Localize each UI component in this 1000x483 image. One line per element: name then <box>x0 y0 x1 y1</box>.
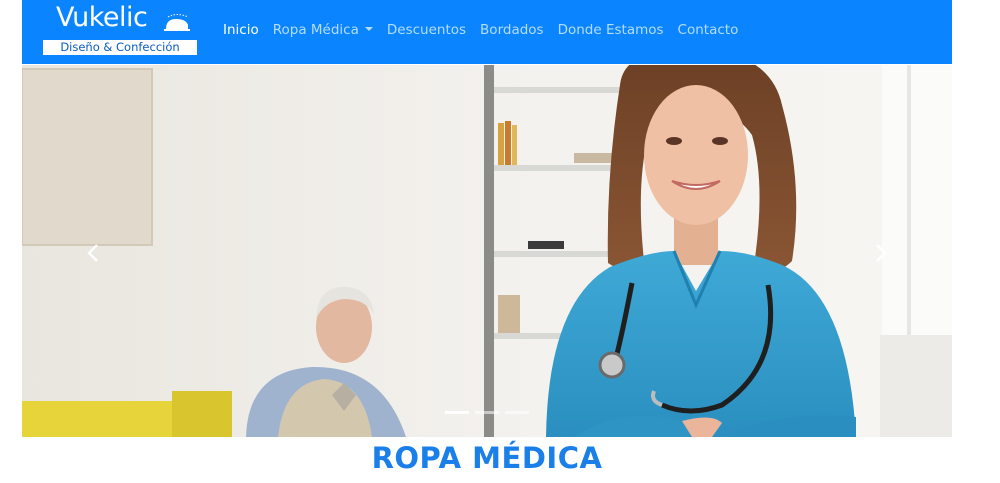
chevron-left-icon[interactable] <box>82 241 106 265</box>
carousel-indicator[interactable] <box>505 411 529 414</box>
sewing-machine-icon <box>164 14 190 31</box>
nav-item-donde-estamos[interactable]: Donde Estamos <box>558 22 664 40</box>
carousel-indicator[interactable] <box>445 411 469 414</box>
hero-carousel <box>22 65 952 437</box>
brand-name: Vukelic <box>56 2 148 33</box>
chevron-right-icon[interactable] <box>868 241 892 265</box>
nav-item-ropa-medica-label: Ropa Médica <box>272 22 359 38</box>
section-title: ROPA MÉDICA <box>371 441 603 475</box>
carousel-indicator[interactable] <box>475 411 499 414</box>
navbar: Vukelic Diseño & Confección Inicio Ropa … <box>22 0 952 64</box>
caret-down-icon <box>364 27 373 31</box>
carousel-indicators <box>445 411 529 414</box>
nav-item-descuentos[interactable]: Descuentos <box>387 22 466 40</box>
hero-image <box>22 65 952 437</box>
nav-item-contacto[interactable]: Contacto <box>678 22 739 40</box>
nav-item-bordados[interactable]: Bordados <box>480 22 544 40</box>
brand-tagline: Diseño & Confección <box>42 39 198 56</box>
nav-item-inicio[interactable]: Inicio <box>223 22 259 40</box>
brand-logo[interactable]: Vukelic Diseño & Confección <box>42 2 200 56</box>
page: Vukelic Diseño & Confección Inicio Ropa … <box>0 0 1000 483</box>
nav-item-ropa-medica-dropdown[interactable]: Ropa Médica <box>273 22 373 40</box>
nav-menu: Inicio Ropa Médica Descuentos Bordados D… <box>223 22 738 40</box>
